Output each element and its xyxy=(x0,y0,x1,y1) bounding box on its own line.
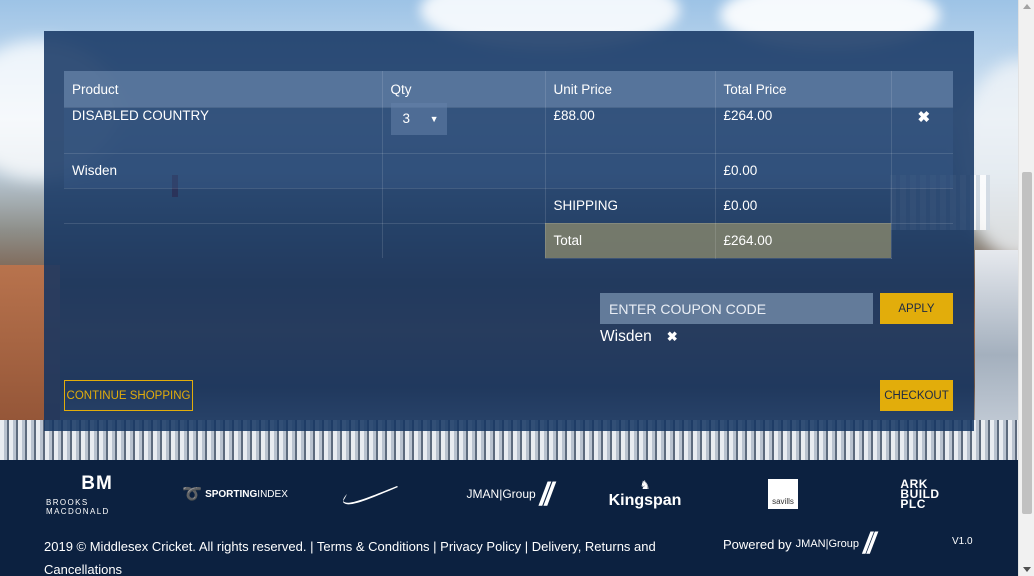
sporting-index-bold: SPORTING xyxy=(205,488,258,500)
total-value: £264.00 xyxy=(715,223,892,259)
footer: 2019 © Middlesex Cricket. All rights res… xyxy=(0,528,1018,576)
caret-down-icon: ▼ xyxy=(429,113,439,124)
coupon-code-input[interactable] xyxy=(600,293,873,324)
footer-separator: | xyxy=(429,539,441,554)
footer-legal: 2019 © Middlesex Cricket. All rights res… xyxy=(44,535,664,576)
header-product: Product xyxy=(64,71,383,108)
table-row: DISABLED COUNTRY 3 ▼ £88.00 £264.00 ✖ xyxy=(64,102,953,154)
applied-coupon-code: Wisden xyxy=(600,328,652,345)
sponsor-nike[interactable] xyxy=(340,460,400,528)
sporting-index-light: INDEX xyxy=(257,488,288,500)
powered-by[interactable]: Powered by JMAN|Group // xyxy=(723,527,876,560)
powered-by-label: Powered by xyxy=(723,536,792,552)
kingspan-name: Kingspan xyxy=(608,492,682,509)
sponsor-sporting-index[interactable]: ➰ SPORTINGINDEX xyxy=(182,460,288,528)
cart-header-row: Product Qty Unit Price Total Price xyxy=(64,71,953,108)
savills-name: savills xyxy=(772,497,794,506)
cart-panel: Product Qty Unit Price Total Price DISAB… xyxy=(44,31,974,431)
quantity-select[interactable]: 3 ▼ xyxy=(390,102,447,135)
shipping-value: £0.00 xyxy=(715,188,892,224)
page-scrollbar[interactable] xyxy=(1018,0,1034,576)
discount-amount: £0.00 xyxy=(715,153,892,189)
total-row: Total £264.00 xyxy=(64,223,953,259)
continue-shopping-button[interactable]: CONTINUE SHOPPING xyxy=(64,380,193,411)
brooks-macdonald-name: BROOKS MACDONALD xyxy=(46,497,110,516)
powered-by-brand: JMAN|Group xyxy=(795,538,860,550)
unit-price: £88.00 xyxy=(545,107,716,154)
brooks-macdonald-mark: BM xyxy=(81,472,113,494)
remove-coupon-icon[interactable]: ✖ xyxy=(667,329,678,345)
scroll-down-icon[interactable] xyxy=(1023,567,1031,572)
jman-slashes-icon: // xyxy=(863,527,876,560)
jman-name: JMAN|Group xyxy=(466,487,536,501)
scroll-thumb[interactable] xyxy=(1022,172,1032,514)
quantity-value: 3 xyxy=(402,111,411,126)
kingspan-horse-icon: ♞ xyxy=(639,478,651,492)
sponsor-kingspan[interactable]: ♞ Kingspan xyxy=(609,460,682,528)
jman-slashes-icon: // xyxy=(539,475,554,512)
table-row: Wisden £0.00 xyxy=(64,153,953,189)
total-label: Total xyxy=(545,223,716,259)
applied-coupon: Wisden ✖ xyxy=(600,328,678,346)
sponsor-savills[interactable]: savills xyxy=(768,460,798,528)
cart-table: Product Qty Unit Price Total Price DISAB… xyxy=(64,71,953,259)
apply-coupon-button[interactable]: APPLY xyxy=(880,293,953,324)
product-name: DISABLED COUNTRY xyxy=(64,107,383,154)
copyright-text: 2019 © Middlesex Cricket. All rights res… xyxy=(44,539,317,554)
shipping-label: SHIPPING xyxy=(545,188,716,224)
sponsor-bar: BM BROOKS MACDONALD ➰ SPORTINGINDEX JMAN… xyxy=(0,460,1018,528)
shipping-row: SHIPPING £0.00 xyxy=(64,188,953,224)
sporting-index-icon: ➰ xyxy=(182,486,203,503)
privacy-link[interactable]: Privacy Policy xyxy=(440,539,521,554)
header-total-price: Total Price xyxy=(715,71,892,108)
total-price: £264.00 xyxy=(715,107,892,154)
discount-name: Wisden xyxy=(64,153,383,189)
checkout-button[interactable]: CHECKOUT xyxy=(880,380,953,411)
remove-item-icon[interactable]: ✖ xyxy=(918,108,931,126)
header-unit-price: Unit Price xyxy=(545,71,716,108)
version-label: V1.0 xyxy=(952,536,973,547)
sponsor-jman[interactable]: JMAN|Group // xyxy=(457,460,559,528)
sponsor-brooks-macdonald[interactable]: BM BROOKS MACDONALD xyxy=(46,460,148,528)
header-remove xyxy=(891,71,953,108)
nike-swoosh-icon xyxy=(343,486,398,505)
sponsor-ark-build[interactable]: ARK BUILD PLC xyxy=(896,460,944,528)
footer-separator: | xyxy=(521,539,532,554)
scroll-up-icon[interactable] xyxy=(1023,4,1031,9)
terms-link[interactable]: Terms & Conditions xyxy=(317,539,430,554)
